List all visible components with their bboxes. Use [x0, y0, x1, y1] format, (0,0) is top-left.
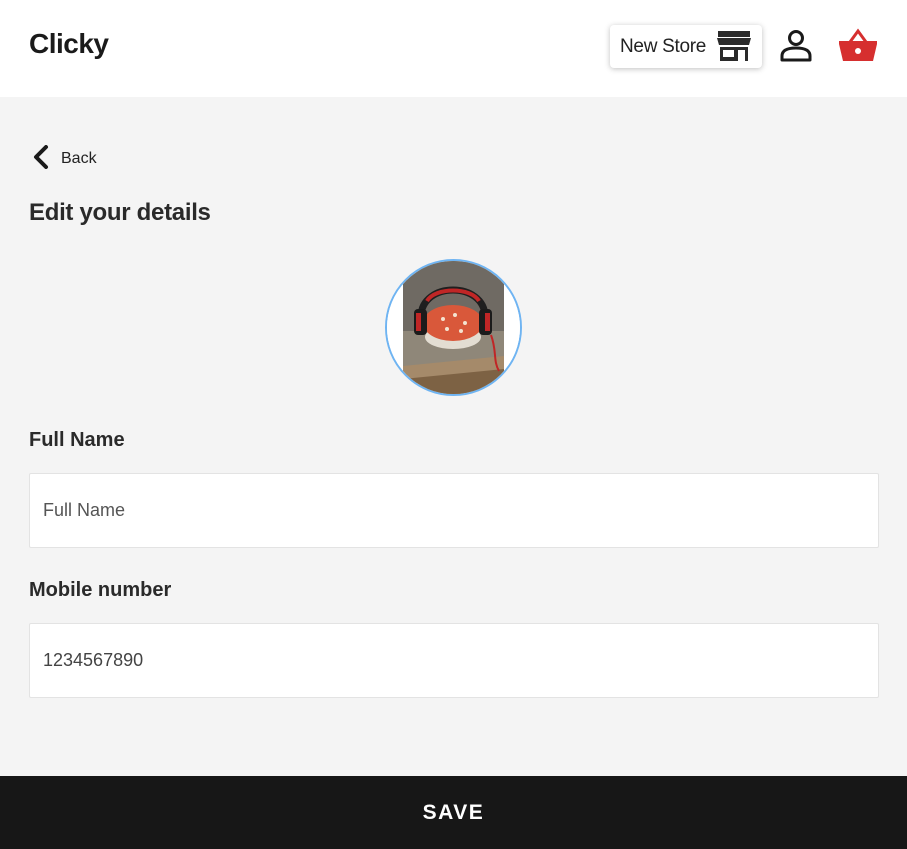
new-store-label: New Store	[620, 35, 707, 57]
page-title: Edit your details	[29, 199, 211, 226]
user-icon[interactable]	[779, 29, 813, 68]
new-store-button[interactable]: New Store	[610, 25, 762, 68]
chevron-left-icon	[33, 144, 49, 174]
basket-icon[interactable]	[838, 28, 878, 69]
save-button[interactable]: SAVE	[0, 776, 907, 849]
full-name-label: Full Name	[29, 429, 125, 451]
full-name-input[interactable]	[29, 473, 879, 548]
top-header: Clicky New Store	[0, 0, 907, 97]
profile-avatar[interactable]	[385, 259, 522, 396]
mobile-number-label: Mobile number	[29, 579, 172, 601]
avatar-photo	[387, 261, 520, 394]
save-label: SAVE	[422, 800, 485, 824]
mobile-number-input[interactable]	[29, 623, 879, 698]
brand-logo[interactable]: Clicky	[29, 28, 109, 60]
back-link[interactable]: Back	[33, 144, 97, 174]
store-icon	[717, 30, 751, 67]
back-label: Back	[61, 150, 97, 167]
